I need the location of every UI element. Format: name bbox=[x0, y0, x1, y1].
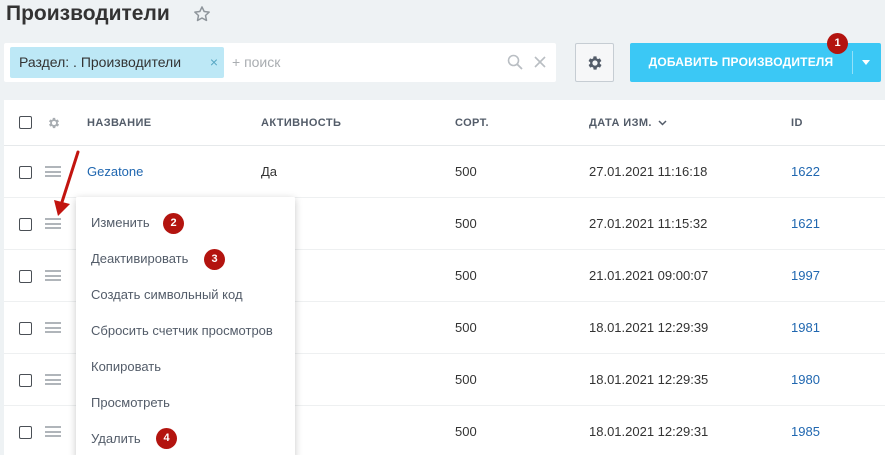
menu-item-deactivate[interactable]: Деактивировать bbox=[91, 250, 188, 268]
cell-sort: 500 bbox=[455, 320, 477, 335]
menu-item-create-code[interactable]: Создать символьный код bbox=[91, 286, 243, 304]
cell-date: 27.01.2021 11:16:18 bbox=[589, 164, 708, 179]
star-icon[interactable] bbox=[192, 4, 212, 24]
annotation-badge-3: 3 bbox=[204, 249, 225, 270]
cell-sort: 500 bbox=[455, 216, 477, 231]
cell-date: 18.01.2021 12:29:35 bbox=[589, 372, 709, 387]
row-checkbox[interactable] bbox=[19, 426, 32, 439]
add-manufacturer-label: ДОБАВИТЬ ПРОИЗВОДИТЕЛЯ bbox=[648, 55, 834, 69]
menu-item-copy[interactable]: Копировать bbox=[91, 358, 161, 376]
cell-id[interactable]: 1997 bbox=[791, 250, 820, 302]
cell-date: 18.01.2021 12:29:39 bbox=[589, 320, 709, 335]
filter-search-box[interactable]: Раздел: . Производители × + поиск bbox=[4, 43, 556, 82]
cell-id[interactable]: 1981 bbox=[791, 302, 820, 354]
chevron-down-icon[interactable] bbox=[862, 60, 870, 65]
column-name[interactable]: НАЗВАНИЕ bbox=[87, 100, 152, 146]
menu-item-reset-counter[interactable]: Сбросить счетчик просмотров bbox=[91, 322, 273, 340]
cell-name[interactable]: Gezatone bbox=[87, 146, 143, 198]
menu-icon[interactable] bbox=[45, 374, 61, 385]
menu-icon[interactable] bbox=[45, 270, 61, 281]
page-title: Производители bbox=[6, 2, 170, 25]
cell-id[interactable]: 1621 bbox=[791, 198, 820, 250]
cell-sort: 500 bbox=[455, 268, 477, 283]
filter-tag-remove-icon[interactable]: × bbox=[210, 47, 218, 78]
cell-id[interactable]: 1985 bbox=[791, 406, 820, 455]
menu-item-edit[interactable]: Изменить bbox=[91, 214, 150, 232]
filter-settings-button[interactable] bbox=[575, 43, 614, 82]
column-active[interactable]: АКТИВНОСТЬ bbox=[261, 100, 341, 146]
gear-icon[interactable] bbox=[47, 116, 61, 130]
gear-icon bbox=[588, 56, 602, 70]
menu-icon[interactable] bbox=[45, 426, 61, 437]
sort-desc-icon[interactable] bbox=[658, 120, 667, 126]
annotation-badge-2: 2 bbox=[163, 213, 184, 234]
annotation-badge-1: 1 bbox=[827, 33, 848, 54]
menu-icon[interactable] bbox=[45, 322, 61, 333]
button-divider bbox=[852, 51, 853, 74]
column-date[interactable]: ДАТА ИЗМ. bbox=[589, 100, 652, 146]
close-icon[interactable] bbox=[533, 55, 547, 69]
annotation-badge-4: 4 bbox=[156, 428, 177, 449]
filter-tag-label: Раздел: . Производители bbox=[19, 54, 182, 70]
search-input[interactable]: + поиск bbox=[232, 43, 280, 82]
cell-sort: 500 bbox=[455, 424, 477, 439]
table-row[interactable]: Gezatone Да 500 27.01.2021 11:16:18 1622 bbox=[4, 146, 885, 198]
row-checkbox[interactable] bbox=[19, 218, 32, 231]
select-all-checkbox[interactable] bbox=[19, 116, 32, 129]
row-context-menu: Изменить Деактивировать Создать символьн… bbox=[76, 197, 295, 455]
row-checkbox[interactable] bbox=[19, 166, 32, 179]
column-id[interactable]: ID bbox=[791, 100, 803, 146]
cell-id[interactable]: 1622 bbox=[791, 146, 820, 198]
menu-item-delete[interactable]: Удалить bbox=[91, 430, 141, 448]
cell-date: 27.01.2021 11:15:32 bbox=[589, 216, 708, 231]
menu-item-view[interactable]: Просмотреть bbox=[91, 394, 170, 412]
row-checkbox[interactable] bbox=[19, 374, 32, 387]
filter-tag[interactable]: Раздел: . Производители × bbox=[10, 47, 224, 78]
table-header: НАЗВАНИЕ АКТИВНОСТЬ СОРТ. ДАТА ИЗМ. ID bbox=[4, 100, 885, 146]
cell-sort: 500 bbox=[455, 372, 477, 387]
row-checkbox[interactable] bbox=[19, 270, 32, 283]
row-checkbox[interactable] bbox=[19, 322, 32, 335]
search-icon[interactable] bbox=[507, 54, 523, 70]
cell-date: 21.01.2021 09:00:07 bbox=[589, 268, 709, 283]
annotation-arrow-icon bbox=[54, 150, 80, 216]
cell-id[interactable]: 1980 bbox=[791, 354, 820, 406]
cell-active: Да bbox=[261, 164, 278, 179]
cell-sort: 500 bbox=[455, 164, 477, 179]
cell-date: 18.01.2021 12:29:31 bbox=[589, 424, 709, 439]
column-sort[interactable]: СОРТ. bbox=[455, 100, 489, 146]
